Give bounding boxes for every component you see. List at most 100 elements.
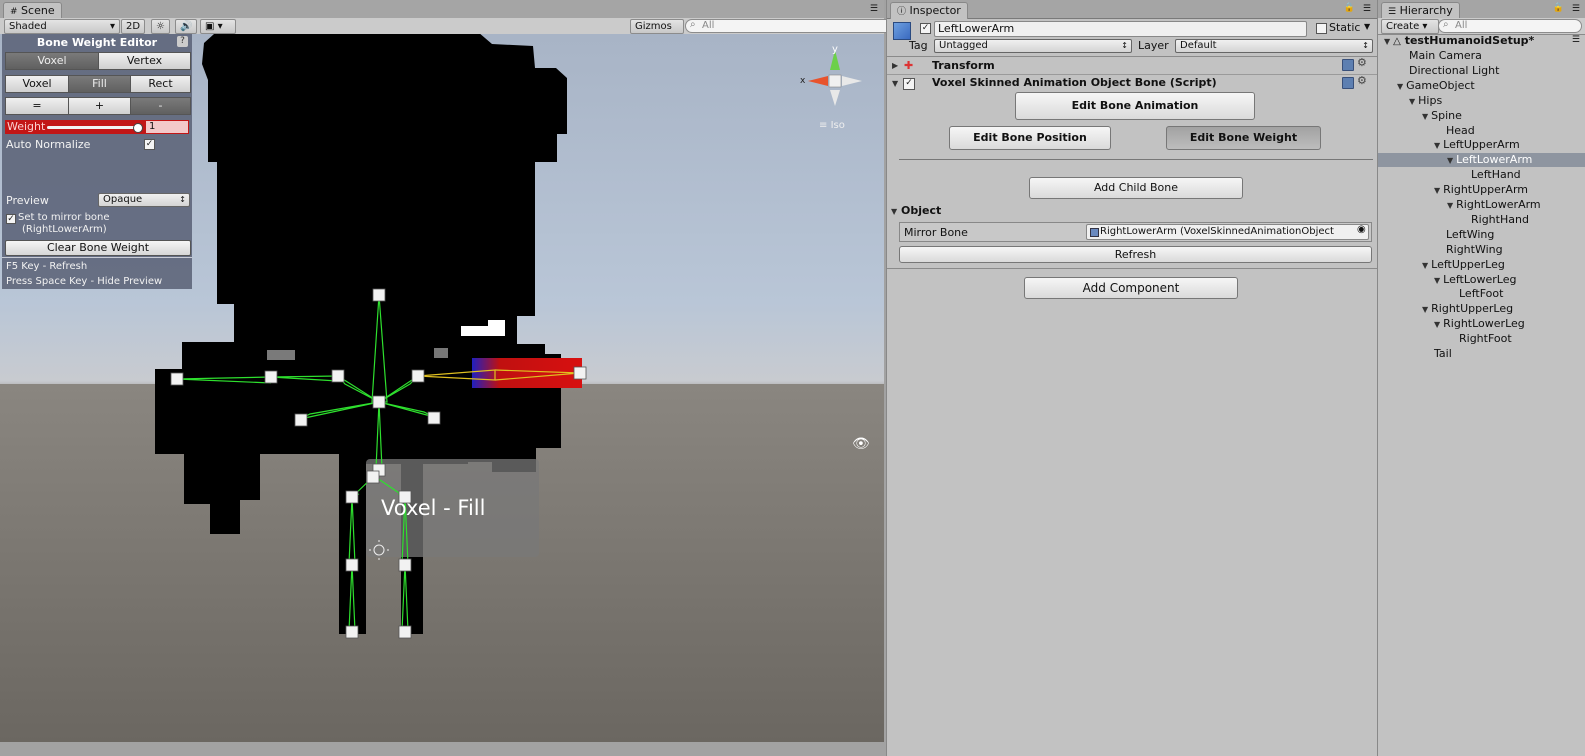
hierarchy-item[interactable]: Directional Light (1409, 64, 1499, 78)
menu-icon[interactable]: ☰ (1363, 4, 1371, 14)
chevron-down-icon[interactable]: ▼ (1409, 97, 1415, 106)
gear-icon[interactable]: ⚙ (1357, 74, 1367, 87)
lock-icon[interactable]: 🔒 (1344, 3, 1355, 13)
op-tab-set[interactable]: = (5, 97, 69, 115)
hierarchy-item[interactable]: ▼ Spine (1422, 109, 1462, 124)
hierarchy-item[interactable]: ▼ GameObject (1397, 79, 1475, 94)
eye-icon[interactable]: 👁 (852, 436, 870, 452)
scene-tab[interactable]: # Scene (3, 2, 62, 19)
chevron-down-icon[interactable]: ▼ (1447, 201, 1453, 210)
scene-search-input[interactable]: All (685, 19, 893, 33)
hierarchy-item[interactable]: ▼ LeftLowerLeg (1434, 273, 1517, 288)
transform-foldout-arrow[interactable]: ▶ (892, 61, 898, 70)
menu-icon[interactable]: ☰ (870, 4, 878, 14)
help-book-icon[interactable] (1342, 59, 1354, 71)
scene-tab-label: Scene (21, 4, 55, 17)
edit-bone-position-button[interactable]: Edit Bone Position (949, 126, 1111, 150)
weight-slider-thumb[interactable] (133, 123, 143, 133)
gear-icon[interactable]: ⚙ (1357, 56, 1367, 69)
transform-header[interactable]: Transform (932, 59, 995, 72)
menu-icon[interactable]: ☰ (1572, 4, 1580, 14)
hierarchy-item[interactable]: Tail (1434, 347, 1452, 361)
effects-dropdown-icon[interactable]: ▣ ▾ (200, 19, 236, 34)
lighting-toggle-icon[interactable]: ☼ (151, 19, 170, 34)
hierarchy-item[interactable]: ▼ RightLowerLeg (1434, 317, 1525, 332)
help-icon[interactable]: ? (177, 36, 188, 47)
hierarchy-tab[interactable]: ☰ Hierarchy (1381, 2, 1460, 19)
hierarchy-item[interactable]: RightFoot (1459, 332, 1512, 346)
chevron-down-icon[interactable]: ▼ (1422, 261, 1428, 270)
chevron-down-icon[interactable]: ▼ (1434, 276, 1440, 285)
shading-dropdown[interactable]: Shaded ▾ (4, 19, 120, 34)
layer-dropdown[interactable]: Default (1175, 39, 1373, 53)
refresh-button[interactable]: Refresh (899, 246, 1372, 263)
hierarchy-item[interactable]: ▼ LeftLowerArm (1447, 153, 1532, 168)
audio-toggle-icon[interactable]: 🔊 (175, 19, 198, 34)
hierarchy-search-input[interactable]: All (1438, 19, 1582, 33)
chevron-down-icon[interactable]: ▼ (1447, 156, 1453, 165)
weight-row: Weight 1 (5, 120, 189, 134)
object-foldout-arrow[interactable]: ▼ (891, 207, 897, 216)
hierarchy-item[interactable]: ▼ RightLowerArm (1447, 198, 1541, 213)
weight-slider-track[interactable] (47, 126, 139, 129)
create-dropdown[interactable]: Create ▾ (1381, 19, 1439, 34)
chevron-down-icon[interactable]: ▼ (1422, 305, 1428, 314)
object-section-header[interactable]: Object (901, 204, 941, 217)
mirror-checkbox[interactable]: ✓ (6, 214, 16, 224)
script-header[interactable]: Voxel Skinned Animation Object Bone (Scr… (932, 76, 1217, 89)
active-checkbox[interactable]: ✓ (920, 23, 931, 34)
hierarchy-item[interactable]: LeftHand (1471, 168, 1521, 182)
tag-dropdown[interactable]: Untagged (934, 39, 1132, 53)
add-component-button[interactable]: Add Component (1024, 277, 1238, 299)
mirror-bone-field[interactable]: RightLowerArm (VoxelSkinnedAnimationObje… (1086, 224, 1369, 240)
chevron-down-icon[interactable]: ▼ (1434, 186, 1440, 195)
op-tab-subtract[interactable]: - (130, 97, 191, 115)
static-dropdown-icon[interactable]: ▼ (1364, 22, 1370, 31)
object-name-field[interactable]: LeftLowerArm (934, 21, 1307, 37)
auto-normalize-label: Auto Normalize (6, 138, 91, 151)
scene-menu-icon[interactable]: ☰ (1572, 35, 1580, 45)
preview-dropdown[interactable]: Opaque (98, 193, 190, 207)
mode-tab-vertex[interactable]: Vertex (98, 52, 191, 70)
lock-icon[interactable]: 🔒 (1553, 3, 1564, 13)
hierarchy-item[interactable]: ▼ RightUpperArm (1434, 183, 1528, 198)
hierarchy-item[interactable]: RightHand (1471, 213, 1529, 227)
add-child-bone-button[interactable]: Add Child Bone (1029, 177, 1243, 199)
chevron-down-icon[interactable]: ▼ (1422, 112, 1428, 121)
help-book-icon[interactable] (1342, 77, 1354, 89)
script-foldout-arrow[interactable]: ▼ (892, 79, 898, 88)
inspector-tab[interactable]: ⓘ Inspector (890, 2, 968, 19)
tool-tab-fill[interactable]: Fill (68, 75, 131, 93)
edit-bone-weight-button[interactable]: Edit Bone Weight (1166, 126, 1321, 150)
op-tab-add[interactable]: + (68, 97, 131, 115)
hierarchy-item[interactable]: Head (1446, 124, 1475, 138)
hierarchy-item[interactable]: LeftFoot (1459, 287, 1503, 301)
hierarchy-toolbar: Create ▾ All (1378, 18, 1585, 35)
tool-tab-rect[interactable]: Rect (130, 75, 191, 93)
weight-value-field[interactable]: 1 (146, 121, 188, 133)
static-checkbox[interactable] (1316, 23, 1327, 34)
edit-bone-animation-button[interactable]: Edit Bone Animation (1015, 92, 1255, 120)
object-picker-icon[interactable]: ◉ (1357, 224, 1366, 235)
script-enabled-checkbox[interactable]: ✓ (903, 78, 915, 90)
hierarchy-item[interactable]: ▼ LeftUpperLeg (1422, 258, 1505, 273)
hierarchy-item[interactable]: RightWing (1446, 243, 1503, 257)
hierarchy-item[interactable]: ▼ LeftUpperArm (1434, 138, 1520, 153)
gizmos-dropdown[interactable]: Gizmos ▾ (630, 19, 684, 45)
mode-2d-button[interactable]: 2D (121, 19, 146, 34)
hierarchy-item-label: Directional Light (1409, 64, 1500, 77)
chevron-down-icon[interactable]: ▼ (1434, 320, 1440, 329)
auto-normalize-checkbox[interactable]: ✓ (144, 139, 155, 150)
chevron-down-icon[interactable]: ▼ (1397, 82, 1403, 91)
hierarchy-item[interactable]: ▼ RightUpperLeg (1422, 302, 1513, 317)
chevron-down-icon[interactable]: ▼ (1434, 141, 1440, 150)
hierarchy-item[interactable]: ▼ Hips (1409, 94, 1442, 109)
tool-tab-voxel[interactable]: Voxel (5, 75, 69, 93)
hierarchy-item[interactable]: LeftWing (1446, 228, 1494, 242)
hierarchy-item[interactable]: Main Camera (1409, 49, 1482, 63)
scene-root[interactable]: ▼ △ testHumanoidSetup* (1384, 34, 1534, 49)
mode-tab-voxel[interactable]: Voxel (5, 52, 99, 70)
chevron-down-icon: ▼ (1384, 37, 1391, 46)
clear-bone-weight-button[interactable]: Clear Bone Weight (5, 240, 191, 256)
iso-label[interactable]: ≡ Iso (819, 120, 845, 131)
